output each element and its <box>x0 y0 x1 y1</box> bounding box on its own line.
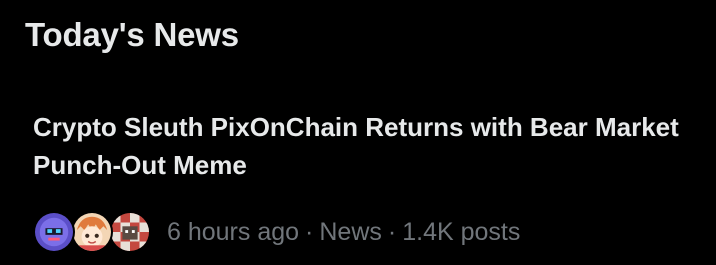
avatar-stack <box>33 209 153 255</box>
news-meta-text: 6 hours ago · News · 1.4K posts <box>167 217 520 247</box>
news-headline[interactable]: Crypto Sleuth PixOnChain Returns with Be… <box>33 108 683 184</box>
news-time: 6 hours ago <box>167 218 300 246</box>
news-meta-row: 6 hours ago · News · 1.4K posts <box>33 208 520 256</box>
section-title: Today's News <box>25 16 239 53</box>
meta-separator: · <box>387 218 397 246</box>
news-item[interactable]: Crypto Sleuth PixOnChain Returns with Be… <box>0 92 716 265</box>
anime-character-avatar-icon <box>71 211 113 253</box>
pixel-robot-avatar-icon <box>33 211 75 253</box>
pixel-art-avatar-icon <box>109 211 151 253</box>
news-category: News <box>319 218 382 246</box>
news-post-count: 1.4K posts <box>402 218 521 246</box>
meta-separator: · <box>305 218 314 246</box>
